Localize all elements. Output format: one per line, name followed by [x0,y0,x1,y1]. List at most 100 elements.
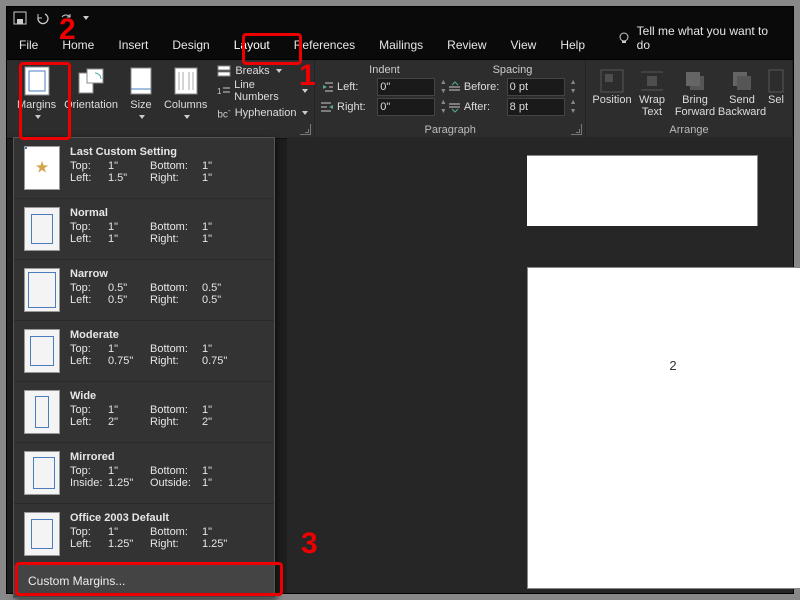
line-numbers-button[interactable]: 1 Line Numbers [217,78,308,104]
space-after-icon [447,101,459,113]
margin-preset-moderate[interactable]: ModerateTop:1"Bottom:1"Left:0.75"Right:0… [14,321,274,382]
preset-title: Narrow [70,268,264,280]
tell-me-label: Tell me what you want to do [637,24,781,52]
space-before-spinner[interactable]: ▲▼ [569,78,578,96]
indent-left-icon [321,81,333,93]
size-label: Size [130,99,151,111]
size-button[interactable]: Size [122,64,160,123]
indent-header: Indent [321,64,447,76]
preset-title: Mirrored [70,451,264,463]
margin-preset-narrow[interactable]: NarrowTop:0.5"Bottom:0.5"Left:0.5"Right:… [14,260,274,321]
preset-body: MirroredTop:1"Bottom:1"Inside:1.25"Outsi… [70,451,264,495]
lightbulb-icon [617,31,631,45]
preset-icon [24,390,60,434]
anno-box-custom [15,562,283,596]
paragraph-group-label: Paragraph [315,124,585,136]
margins-dropdown: Last Custom SettingTop:1"Bottom:1"Left:1… [13,137,275,598]
columns-label: Columns [164,99,207,111]
forward-label: Bring Forward [672,94,718,118]
ribbon-tabs: File Home Insert Design Layout Reference… [7,29,793,60]
hyphenation-button[interactable]: bc- Hyphenation [217,104,308,121]
preset-title: Normal [70,207,264,219]
save-icon[interactable] [13,11,27,25]
preset-body: NormalTop:1"Bottom:1"Left:1"Right:1" [70,207,264,251]
anno-1: 1 [299,59,316,93]
orientation-label: Orientation [64,99,118,111]
preset-icon [24,268,60,312]
arrange-group-label: Arrange [586,124,792,136]
wrap-text-button[interactable]: Wrap Text [632,68,672,118]
orientation-icon [76,66,106,96]
preset-icon [24,146,60,190]
anno-box-layout [242,33,302,65]
indent-right-icon [321,101,333,113]
wrap-label: Wrap Text [632,94,672,118]
preset-icon [24,512,60,556]
tab-view[interactable]: View [499,31,549,59]
columns-button[interactable]: Columns [160,64,211,123]
indent-left-spinner[interactable]: ▲▼ [439,78,447,96]
tell-me[interactable]: Tell me what you want to do [605,17,793,59]
breaks-label: Breaks [235,65,269,77]
page-setup-launcher[interactable] [300,124,311,135]
indent-right-spinner[interactable]: ▲▼ [439,98,447,116]
spacing-header: Spacing [447,64,577,76]
space-after-label: After: [464,101,503,113]
send-backward-button[interactable]: Send Backward [718,68,766,118]
tab-insert[interactable]: Insert [106,31,160,59]
space-before-input[interactable] [507,78,565,96]
margin-preset-last-custom-setting[interactable]: Last Custom SettingTop:1"Bottom:1"Left:1… [14,138,274,199]
preset-body: ModerateTop:1"Bottom:1"Left:0.75"Right:0… [70,329,264,373]
tab-help[interactable]: Help [548,31,597,59]
page-number: 2 [669,358,676,373]
indent-right-input[interactable] [377,98,435,116]
margin-preset-mirrored[interactable]: MirroredTop:1"Bottom:1"Inside:1.25"Outsi… [14,443,274,504]
preset-body: Office 2003 DefaultTop:1"Bottom:1"Left:1… [70,512,264,556]
bring-forward-button[interactable]: Bring Forward [672,68,718,118]
breaks-icon [217,65,231,77]
ribbon: Margins Orientation Size Columns Breaks … [7,60,793,139]
svg-text:1: 1 [217,87,222,96]
preset-icon [24,329,60,373]
line-numbers-label: Line Numbers [234,79,296,103]
margin-preset-normal[interactable]: NormalTop:1"Bottom:1"Left:1"Right:1" [14,199,274,260]
tab-design[interactable]: Design [160,31,221,59]
space-before-label: Before: [464,81,503,93]
undo-icon[interactable] [35,11,51,25]
tab-mailings[interactable]: Mailings [367,31,435,59]
preset-title: Wide [70,390,264,402]
qat-more-icon[interactable] [83,16,89,20]
anno-box-margins [19,62,71,140]
preset-body: Last Custom SettingTop:1"Bottom:1"Left:1… [70,146,264,190]
group-paragraph: Indent Left: ▲▼ Right: ▲▼ Sp [315,60,586,138]
anno-3: 3 [301,527,318,561]
indent-left-input[interactable] [377,78,435,96]
preset-title: Last Custom Setting [70,146,264,158]
preset-icon [24,207,60,251]
position-button[interactable]: Position [592,68,632,118]
hyphenation-label: Hyphenation [235,107,297,119]
group-arrange: Position Wrap Text Bring Forward Send Ba… [586,60,793,138]
space-after-spinner[interactable]: ▲▼ [569,98,578,116]
selection-pane-button[interactable]: Sel [766,68,786,118]
breaks-button[interactable]: Breaks [217,64,308,78]
position-label: Position [592,94,631,106]
paragraph-launcher[interactable] [571,124,582,135]
document-area[interactable]: 2 [287,137,793,593]
space-after-input[interactable] [507,98,565,116]
hyphenation-icon: bc- [217,105,230,120]
tab-file[interactable]: File [7,31,50,59]
preset-body: WideTop:1"Bottom:1"Left:2"Right:2" [70,390,264,434]
margin-preset-office-2003-default[interactable]: Office 2003 DefaultTop:1"Bottom:1"Left:1… [14,504,274,565]
selection-label: Sel [768,94,784,106]
margin-preset-wide[interactable]: WideTop:1"Bottom:1"Left:2"Right:2" [14,382,274,443]
preset-title: Office 2003 Default [70,512,264,524]
space-before-icon [447,81,459,93]
tab-review[interactable]: Review [435,31,498,59]
size-icon [126,66,156,96]
page-2: 2 [527,267,800,589]
preset-icon [24,451,60,495]
page-prev [527,155,758,226]
indent-right-label: Right: [337,101,373,113]
backward-label: Send Backward [718,94,766,118]
